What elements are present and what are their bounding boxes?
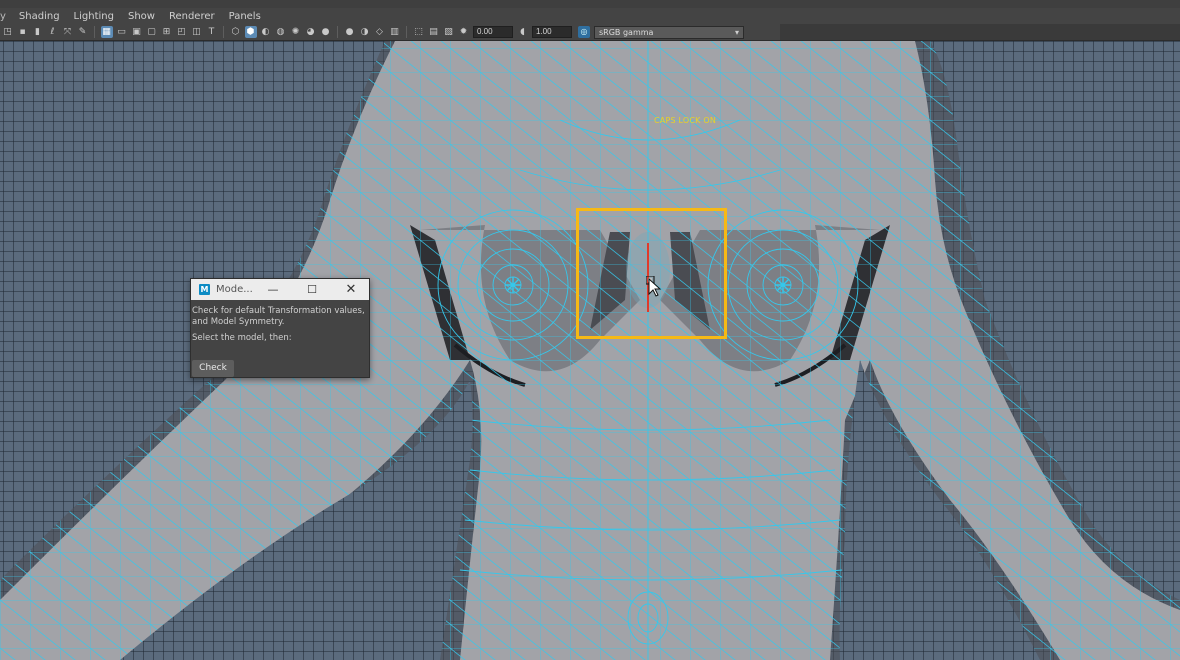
color-management-icon[interactable]: ◎ [578, 26, 590, 38]
menu-item-renderer[interactable]: Renderer [162, 11, 222, 22]
field-chart-icon[interactable]: ⊞ [161, 26, 173, 38]
menu-item-lighting[interactable]: Lighting [67, 11, 121, 22]
menu-item-show[interactable]: Show [121, 11, 162, 22]
resolution-gate-icon[interactable]: ▣ [131, 26, 143, 38]
modelcheck-description-line1: Check for default Transformation values, [192, 306, 365, 316]
wireframe-on-shaded-icon[interactable]: ◐ [260, 26, 272, 38]
textured-icon[interactable]: ◍ [275, 26, 287, 38]
modelcheck-body: Check for default Transformation values,… [191, 300, 369, 344]
toolbar-separator [406, 26, 407, 38]
lock-camera-icon[interactable]: ▪ [17, 26, 29, 38]
menu-item-panels[interactable]: Panels [222, 11, 268, 22]
xray-components-icon[interactable]: ◇ [374, 26, 386, 38]
modelcheck-instruction: Select the model, then: [192, 333, 292, 343]
xray-icon[interactable]: ● [344, 26, 356, 38]
3d-viewport[interactable]: CAPS LOCK ON [0, 41, 1180, 660]
check-button[interactable]: Check [192, 360, 234, 377]
mouse-cursor-icon [646, 276, 662, 297]
modelcheck-window-title: Mode... [216, 284, 253, 295]
lights-icon[interactable]: ✺ [290, 26, 302, 38]
title-strip [0, 0, 1180, 8]
modelcheck-description-line2: and Model Symmetry. [192, 317, 285, 327]
gamma-icon[interactable]: ◖ [517, 26, 529, 38]
film-gate-icon[interactable]: ▭ [116, 26, 128, 38]
shadows-icon[interactable]: ◕ [305, 26, 317, 38]
gate-mask-icon[interactable]: ▢ [146, 26, 158, 38]
smooth-shade-icon[interactable]: ⬢ [244, 26, 257, 38]
modelcheck-window[interactable]: M Mode... — ☐ ✕ Check for default Transf… [190, 278, 370, 378]
isolate-icon[interactable]: ▥ [389, 26, 401, 38]
exposure-icon[interactable]: ✹ [458, 26, 470, 38]
panel-menubar: y Shading Lighting Show Renderer Panels [0, 8, 1180, 24]
toolbar-separator [223, 26, 224, 38]
text-overlay-icon[interactable]: T [206, 26, 218, 38]
hud-caps-lock-indicator: CAPS LOCK ON [654, 116, 717, 125]
viewport-scene [0, 41, 1180, 660]
safe-title-icon[interactable]: ◫ [191, 26, 203, 38]
menu-item-shading[interactable]: Shading [12, 11, 67, 22]
toolbar-separator [337, 26, 338, 38]
modelcheck-titlebar[interactable]: M Mode... — ☐ ✕ [191, 279, 369, 300]
camera-attributes-icon[interactable]: ▤ [428, 26, 440, 38]
chevron-down-icon: ▾ [734, 27, 739, 37]
color-space-dropdown[interactable]: sRGB gamma ▾ [594, 25, 744, 39]
maximize-icon[interactable]: ☐ [296, 279, 328, 300]
isolate-select-icon[interactable]: ⬚ [413, 26, 425, 38]
maya-app-icon: M [199, 284, 210, 295]
select-camera-icon[interactable]: ◳ [2, 26, 14, 38]
exposure-field[interactable] [473, 26, 513, 38]
safe-action-icon[interactable]: ◰ [176, 26, 188, 38]
minimize-icon[interactable]: — [257, 279, 289, 300]
color-space-label: sRGB gamma [599, 27, 654, 37]
gamma-field[interactable] [532, 26, 572, 38]
wireframe-icon[interactable]: ⬡ [230, 26, 242, 38]
toolbar-empty-area [780, 24, 1180, 40]
paint-icon[interactable]: ✎ [77, 26, 89, 38]
menu-item-view-partial[interactable]: y [0, 11, 12, 22]
image-plane-icon[interactable]: ▧ [443, 26, 455, 38]
bookmark-icon[interactable]: ▮ [32, 26, 44, 38]
xray-joints-icon[interactable]: ◑ [359, 26, 371, 38]
ambient-occlusion-icon[interactable]: ● [320, 26, 332, 38]
grid-icon[interactable]: ▦ [100, 26, 113, 38]
toolbar-separator [94, 26, 95, 38]
lasso-icon[interactable]: ℓ [47, 26, 59, 38]
move-tool-icon[interactable]: ⤧ [62, 26, 74, 38]
close-icon[interactable]: ✕ [335, 279, 367, 300]
